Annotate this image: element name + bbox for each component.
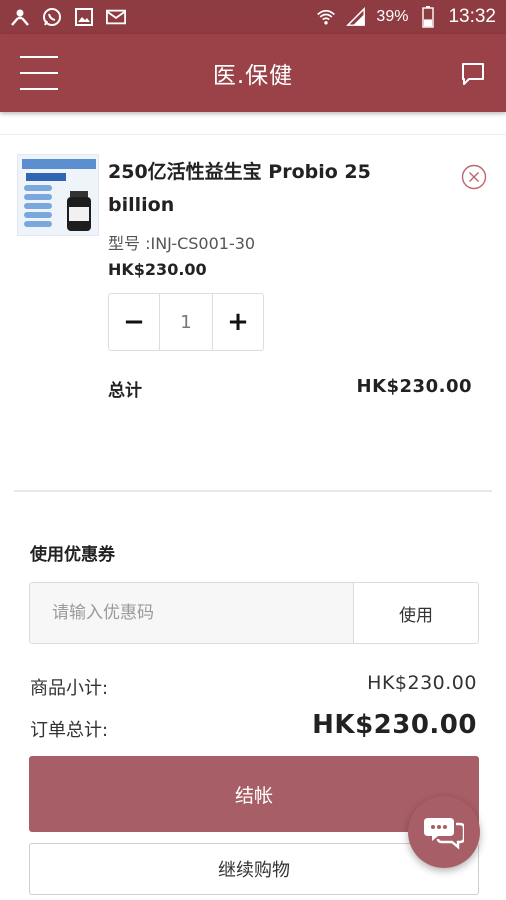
- coupon-form: 使用: [29, 582, 479, 644]
- battery-icon: [418, 6, 438, 28]
- hamburger-menu-icon[interactable]: [20, 56, 60, 90]
- quantity-value[interactable]: 1: [159, 294, 213, 350]
- wifi-icon: [316, 7, 336, 27]
- remove-item-icon[interactable]: [461, 164, 487, 190]
- battery-percent: 39%: [376, 8, 409, 25]
- quantity-stepper: − 1 +: [108, 293, 264, 351]
- product-name[interactable]: 250亿活性益生宝 Probio 25 billion: [108, 156, 398, 222]
- status-time: 13:32: [448, 6, 496, 27]
- signal-icon: [346, 7, 366, 27]
- item-total-label: 总计: [108, 381, 142, 401]
- order-total-label: 订单总计:: [30, 720, 109, 741]
- continue-shopping-button[interactable]: 继续购物: [29, 843, 479, 895]
- person-x-icon: [10, 7, 30, 27]
- mail-icon: [106, 7, 126, 27]
- coupon-input[interactable]: [30, 583, 353, 643]
- product-model: 型号 :INJ-CS001-30: [108, 234, 256, 253]
- chat-bubbles-icon: [424, 818, 464, 850]
- decrease-quantity-button[interactable]: −: [109, 294, 159, 350]
- divider: [0, 134, 506, 135]
- live-chat-button[interactable]: [408, 796, 480, 868]
- product-price: HK$230.00: [108, 260, 207, 279]
- increase-quantity-button[interactable]: +: [213, 294, 263, 350]
- whatsapp-icon: [42, 7, 62, 27]
- item-total-value: HK$230.00: [356, 376, 472, 397]
- status-bar: 39% 13:32: [0, 0, 506, 34]
- product-thumbnail[interactable]: [17, 154, 99, 236]
- subtotal-value: HK$230.00: [367, 672, 477, 694]
- order-total-value: HK$230.00: [312, 710, 477, 740]
- gallery-icon: [74, 7, 94, 27]
- app-title: 医.保健: [212, 63, 294, 89]
- coupon-title: 使用优惠券: [30, 545, 115, 565]
- apply-coupon-button[interactable]: 使用: [353, 583, 478, 643]
- app-bar: 医.保健: [0, 34, 506, 112]
- cart-item: 250亿活性益生宝 Probio 25 billion 型号 :INJ-CS00…: [0, 136, 506, 491]
- chat-bubble-icon[interactable]: [460, 61, 486, 87]
- divider: [14, 490, 492, 492]
- subtotal-label: 商品小计:: [30, 678, 109, 699]
